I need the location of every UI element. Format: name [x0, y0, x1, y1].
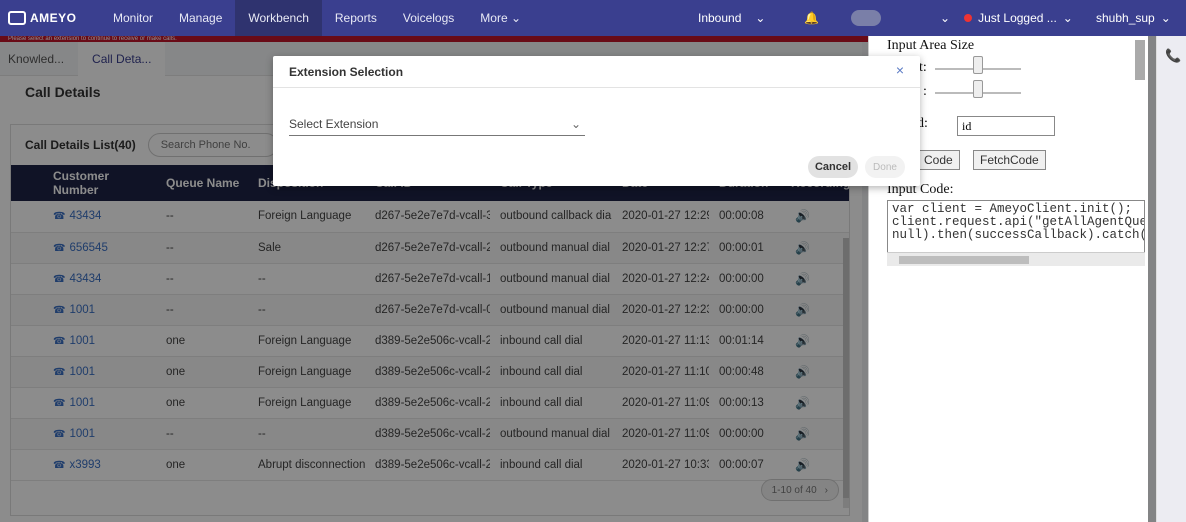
cancel-button[interactable]: Cancel: [808, 156, 858, 178]
right-side-strip: 📞: [1156, 36, 1186, 522]
phone-icon[interactable]: 📞: [1165, 48, 1181, 64]
chevron-down-icon: ⌄: [1160, 11, 1171, 25]
nav-voicelogs[interactable]: Voicelogs: [390, 0, 467, 36]
nav-workbench[interactable]: Workbench: [235, 0, 322, 36]
chevron-down-icon: ⌄: [755, 11, 766, 25]
campaign-selector[interactable]: Inbound ⌄: [698, 0, 765, 36]
extension-select-label: Select Extension: [289, 116, 379, 131]
ameyo-logo[interactable]: AMEYO: [0, 11, 100, 25]
logo-text: AMEYO: [30, 11, 77, 25]
status-dot-icon: [964, 14, 973, 22]
height-slider-thumb[interactable]: [973, 56, 983, 74]
nav-more[interactable]: More ⌄: [467, 0, 534, 36]
campaign-label: Inbound: [698, 11, 742, 25]
nav-monitor[interactable]: Monitor: [100, 0, 166, 36]
top-navbar: AMEYO Monitor Manage Workbench Reports V…: [0, 0, 1186, 36]
logo-icon: [8, 11, 26, 25]
dialog-title: Extension Selection: [273, 56, 920, 88]
scrollbar-thumb[interactable]: [899, 256, 1029, 264]
notification-bell-icon[interactable]: 🔔: [804, 0, 819, 36]
phone-toggle[interactable]: [851, 0, 881, 36]
nav-manage[interactable]: Manage: [166, 0, 235, 36]
nav-reports[interactable]: Reports: [322, 0, 390, 36]
close-icon[interactable]: ×: [896, 62, 904, 78]
user-name: shubh_sup: [1096, 11, 1155, 25]
extension-select[interactable]: Select Extension ⌄: [289, 112, 585, 136]
input-area-size-label: Input Area Size: [887, 38, 975, 53]
code-horizontal-scrollbar[interactable]: [887, 252, 1145, 266]
status-selector[interactable]: ⌄ Just Logged ... ⌄: [940, 0, 1073, 36]
width-label: :: [923, 84, 927, 99]
done-button[interactable]: Done: [865, 156, 905, 178]
code-button[interactable]: Code: [917, 150, 960, 170]
chevron-down-icon: ⌄: [940, 11, 951, 25]
extension-selection-dialog: Extension Selection × Select Extension ⌄…: [273, 56, 920, 186]
status-label: Just Logged ...: [978, 11, 1057, 25]
panel-vertical-scrollbar[interactable]: [1135, 40, 1145, 80]
fetch-code-button[interactable]: FetchCode: [973, 150, 1046, 170]
width-slider-thumb[interactable]: [973, 80, 983, 98]
phone-toggle-icon: [851, 10, 881, 26]
chevron-down-icon: ⌄: [1062, 11, 1073, 25]
user-menu[interactable]: shubh_sup ⌄: [1096, 0, 1171, 36]
height-label: t:: [919, 60, 927, 75]
chevron-down-icon: ⌄: [570, 116, 581, 131]
id-input[interactable]: [957, 116, 1055, 136]
